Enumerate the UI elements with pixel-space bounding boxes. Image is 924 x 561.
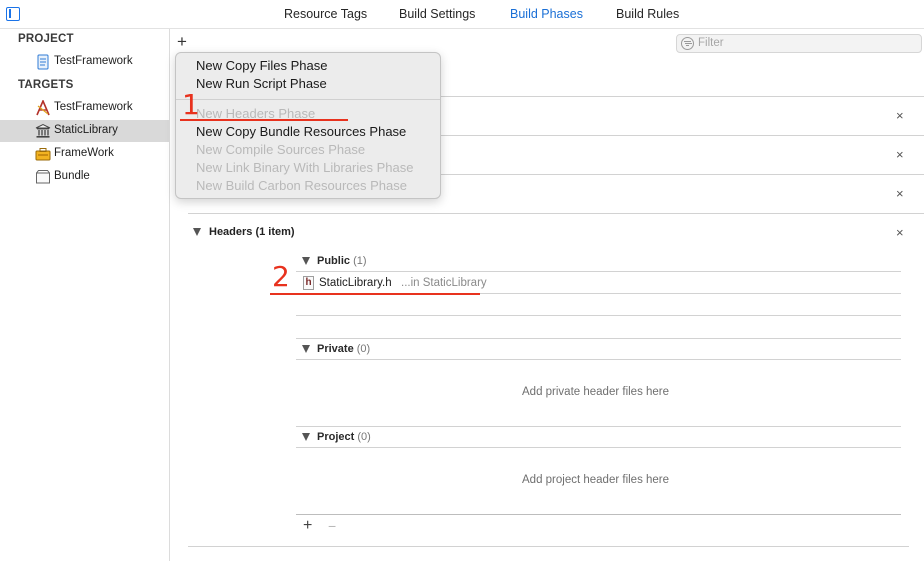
tab-build-rules[interactable]: Build Rules [616, 7, 679, 21]
sidebar-item-staticlibrary[interactable]: StaticLibrary [0, 120, 169, 142]
divider [296, 359, 901, 360]
menu-item-new-compile-sources-phase: New Compile Sources Phase [196, 142, 366, 157]
divider [296, 315, 901, 316]
header-file-icon: h [303, 276, 314, 290]
add-header-button[interactable]: + [303, 518, 312, 534]
annotation-number-one: 1 [182, 88, 200, 121]
sidebar-toggle-icon[interactable] [6, 7, 20, 21]
menu-item-new-link-binary-phase: New Link Binary With Libraries Phase [196, 160, 414, 175]
add-build-phase-button[interactable]: + [177, 33, 187, 50]
menu-item-new-run-script-phase[interactable]: New Run Script Phase [196, 76, 327, 91]
sidebar-item-bundle[interactable]: Bundle [0, 166, 169, 188]
library-icon [35, 123, 51, 139]
tab-resource-tags[interactable]: Resource Tags [284, 7, 367, 21]
add-phase-menu: New Copy Files Phase New Run Script Phas… [175, 52, 441, 199]
header-file-row[interactable]: h StaticLibrary.h ...in StaticLibrary [301, 273, 901, 293]
divider [296, 447, 901, 448]
divider [296, 426, 901, 427]
divider [296, 514, 901, 515]
sidebar-item-testframework[interactable]: TestFramework [0, 97, 169, 119]
header-file-location: ...in StaticLibrary [401, 277, 487, 289]
app-icon [35, 98, 51, 116]
menu-item-new-build-carbon-resources-phase: New Build Carbon Resources Phase [196, 178, 407, 193]
sidebar-item-label: TestFramework [54, 55, 133, 67]
disclosure-triangle-icon[interactable] [193, 228, 201, 236]
project-file-icon [35, 54, 51, 70]
sidebar-item-project[interactable]: TestFramework [0, 51, 169, 73]
annotation-underline-one [180, 119, 348, 121]
filter-placeholder: Filter [698, 37, 724, 49]
project-empty-hint: Add project header files here [522, 474, 670, 486]
annotation-underline-two [270, 293, 480, 295]
sidebar-item-label: Bundle [54, 170, 90, 182]
divider [188, 213, 924, 214]
divider [188, 546, 909, 547]
targets-heading: TARGETS [18, 79, 74, 91]
sidebar-item-label: FrameWork [54, 147, 114, 159]
sidebar-item-label: TestFramework [54, 101, 133, 113]
filter-field[interactable]: Filter [676, 34, 922, 53]
filter-icon [681, 37, 694, 50]
public-group-title: Public (1) [317, 255, 367, 267]
tab-build-phases[interactable]: Build Phases [510, 7, 583, 21]
sidebar-item-framework[interactable]: FrameWork [0, 143, 169, 165]
private-group-title: Private (0) [317, 343, 371, 355]
sidebar-item-label: StaticLibrary [54, 124, 118, 136]
divider [296, 338, 901, 339]
remove-header-button[interactable]: − [328, 518, 336, 534]
delete-headers-phase-button[interactable]: × [896, 226, 904, 239]
menu-item-new-copy-files-phase[interactable]: New Copy Files Phase [196, 58, 328, 73]
project-group-title: Project (0) [317, 431, 371, 443]
annotation-number-two: 2 [272, 260, 290, 293]
menu-separator [176, 99, 440, 100]
delete-phase-button[interactable]: × [896, 109, 904, 122]
menu-item-new-copy-bundle-resources-phase[interactable]: New Copy Bundle Resources Phase [196, 124, 406, 139]
delete-phase-button[interactable]: × [896, 187, 904, 200]
disclosure-triangle-icon[interactable] [302, 345, 310, 353]
divider [296, 271, 901, 272]
toolbox-icon [35, 146, 51, 162]
project-navigator-sidebar: PROJECT TestFramework TARGETS TestFramew… [0, 29, 170, 561]
project-heading: PROJECT [18, 33, 74, 45]
bundle-icon [35, 169, 51, 185]
delete-phase-button[interactable]: × [896, 148, 904, 161]
headers-phase-title: Headers (1 item) [209, 226, 295, 238]
disclosure-triangle-icon[interactable] [302, 433, 310, 441]
header-file-name: StaticLibrary.h [319, 277, 392, 289]
disclosure-triangle-icon[interactable] [302, 257, 310, 265]
top-tab-bar: Resource Tags Build Settings Build Phase… [0, 0, 924, 29]
tab-build-settings[interactable]: Build Settings [399, 7, 475, 21]
private-empty-hint: Add private header files here [522, 386, 670, 398]
